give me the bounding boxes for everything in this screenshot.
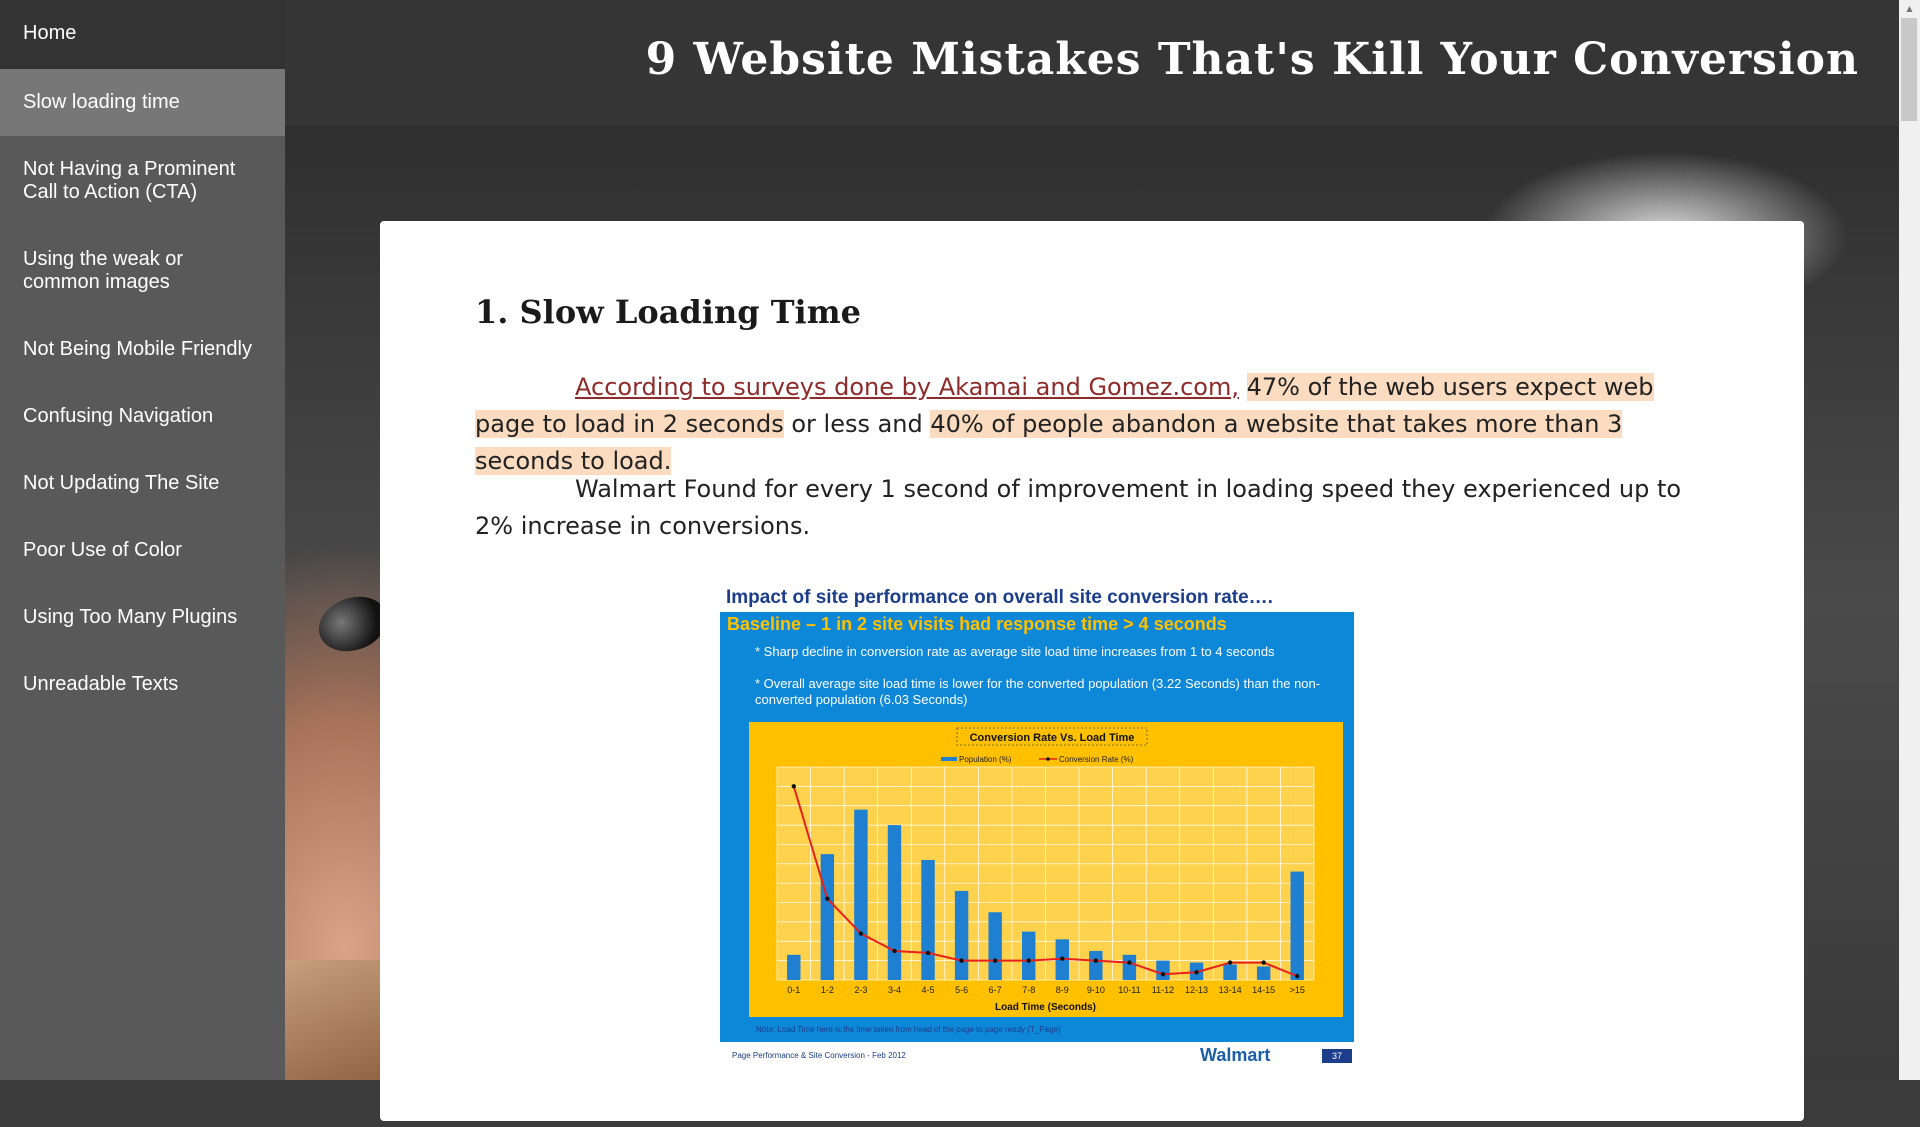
- content-card: 1. Slow Loading Time According to survey…: [380, 221, 1804, 1121]
- conversion-point: [959, 958, 964, 963]
- conversion-point: [992, 958, 998, 963]
- x-tick-label: 4-5: [922, 985, 935, 995]
- chart-bar: [1022, 931, 1036, 980]
- chart-bar: [1290, 871, 1304, 980]
- sidebar-item-unreadable-texts[interactable]: Unreadable Texts: [0, 651, 285, 718]
- x-tick-label: 3-4: [888, 985, 901, 995]
- chart-bar: [1089, 950, 1103, 980]
- legend-swatch-population: [941, 757, 957, 761]
- x-tick-label: 8-9: [1056, 985, 1069, 995]
- x-tick-label: 0-1: [787, 985, 800, 995]
- legend-marker-conversion: [1046, 757, 1050, 761]
- paragraph-walmart: Walmart Found for every 1 second of impr…: [475, 475, 1682, 540]
- chart-bar: [887, 825, 902, 980]
- x-tick-label: 7-8: [1022, 985, 1035, 995]
- sidebar-nav: Home Slow loading time Not Having a Prom…: [0, 0, 285, 1080]
- chart-bar: [1223, 964, 1237, 980]
- slide-footer: Page Performance & Site Conversion - Feb…: [732, 1051, 906, 1060]
- chart-bar: [1156, 960, 1170, 980]
- page-header: 9 Website Mistakes That's Kill Your Conv…: [285, 0, 1899, 126]
- x-tick-label: 13-14: [1219, 985, 1242, 995]
- walmart-logo: Walmart: [1200, 1045, 1271, 1065]
- x-tick-label: 2-3: [854, 985, 867, 995]
- conversion-point: [1227, 960, 1233, 965]
- slide-bullet: * Overall average site load time is lowe…: [755, 676, 1321, 707]
- sidebar-item-mobile-friendly[interactable]: Not Being Mobile Friendly: [0, 316, 285, 383]
- chart-bar: [820, 854, 835, 980]
- x-tick-label: 5-6: [955, 985, 968, 995]
- slide-caption: Impact of site performance on overall si…: [726, 587, 1273, 608]
- sidebar-item-slow-loading-time[interactable]: Slow loading time: [0, 69, 285, 136]
- paragraph-survey: According to surveys done by Akamai and …: [475, 369, 1710, 480]
- sidebar-item-too-many-plugins[interactable]: Using Too Many Plugins: [0, 584, 285, 651]
- conversion-point: [1026, 958, 1031, 963]
- scroll-up-arrow-icon[interactable]: ▲: [1899, 0, 1920, 17]
- slide-note: Note: Load Time here is the time taken f…: [756, 1025, 1061, 1034]
- conversion-point: [1127, 960, 1132, 965]
- chart-bar: [1122, 954, 1137, 980]
- scrollbar[interactable]: ▲: [1899, 0, 1920, 1080]
- conversion-point: [791, 784, 796, 789]
- conversion-point: [925, 950, 931, 956]
- x-tick-label: 10-11: [1118, 985, 1140, 995]
- conversion-chart: Conversion Rate Vs. Load Time Population …: [776, 727, 1315, 1013]
- legend-label-conversion: Conversion Rate (%): [1059, 755, 1134, 764]
- conversion-point: [892, 948, 897, 954]
- sidebar-item-confusing-navigation[interactable]: Confusing Navigation: [0, 383, 285, 450]
- slide-bullet: * Sharp decline in conversion rate as av…: [755, 644, 1275, 659]
- source-link[interactable]: According to surveys done by Akamai and …: [575, 373, 1239, 401]
- x-tick-label: 1-2: [821, 985, 834, 995]
- paragraph-connector: or less and: [783, 410, 931, 438]
- sidebar-item-weak-images[interactable]: Using the weak or common images: [0, 226, 285, 316]
- sidebar-item-call-to-action[interactable]: Not Having a Prominent Call to Action (C…: [0, 136, 285, 226]
- chart-bar: [787, 954, 801, 980]
- sidebar-item-poor-color[interactable]: Poor Use of Color: [0, 517, 285, 584]
- sidebar-item-not-updating[interactable]: Not Updating The Site: [0, 450, 285, 517]
- slide-panel: Baseline – 1 in 2 site visits had respon…: [720, 612, 1354, 1042]
- page-title: 9 Website Mistakes That's Kill Your Conv…: [645, 34, 1859, 85]
- chart-bar: [1256, 966, 1271, 980]
- conversion-point: [1261, 960, 1266, 965]
- chart-bar: [988, 912, 1002, 980]
- conversion-point: [1093, 958, 1099, 963]
- x-tick-label: 12-13: [1185, 985, 1208, 995]
- conversion-point: [825, 896, 830, 901]
- x-tick-label: 14-15: [1252, 985, 1275, 995]
- conversion-point: [1295, 973, 1300, 979]
- x-axis-label: Load Time (Seconds): [995, 1002, 1096, 1013]
- conversion-point: [1194, 970, 1199, 975]
- x-tick-label: 11-12: [1152, 985, 1174, 995]
- x-tick-label: 6-7: [989, 985, 1002, 995]
- legend-label-population: Population (%): [959, 755, 1012, 764]
- chart-bar: [954, 890, 969, 980]
- slide-page-number: 37: [1322, 1049, 1352, 1063]
- conversion-point: [1060, 956, 1065, 961]
- conversion-point: [858, 931, 864, 936]
- chart-bar: [854, 809, 868, 980]
- x-tick-label: 9-10: [1087, 985, 1105, 995]
- x-tick-label: >15: [1290, 985, 1305, 995]
- chart-bar: [921, 859, 935, 980]
- conversion-point: [1160, 971, 1166, 977]
- scroll-thumb[interactable]: [1901, 18, 1917, 121]
- chart-title: Conversion Rate Vs. Load Time: [970, 732, 1135, 744]
- sidebar-item-home[interactable]: Home: [0, 0, 285, 69]
- chart-box: Conversion Rate Vs. Load Time Population …: [749, 722, 1343, 1017]
- slide-headline: Baseline – 1 in 2 site visits had respon…: [727, 614, 1227, 634]
- walmart-slide-image: Impact of site performance on overall si…: [720, 587, 1360, 1127]
- section-heading: 1. Slow Loading Time: [475, 293, 861, 331]
